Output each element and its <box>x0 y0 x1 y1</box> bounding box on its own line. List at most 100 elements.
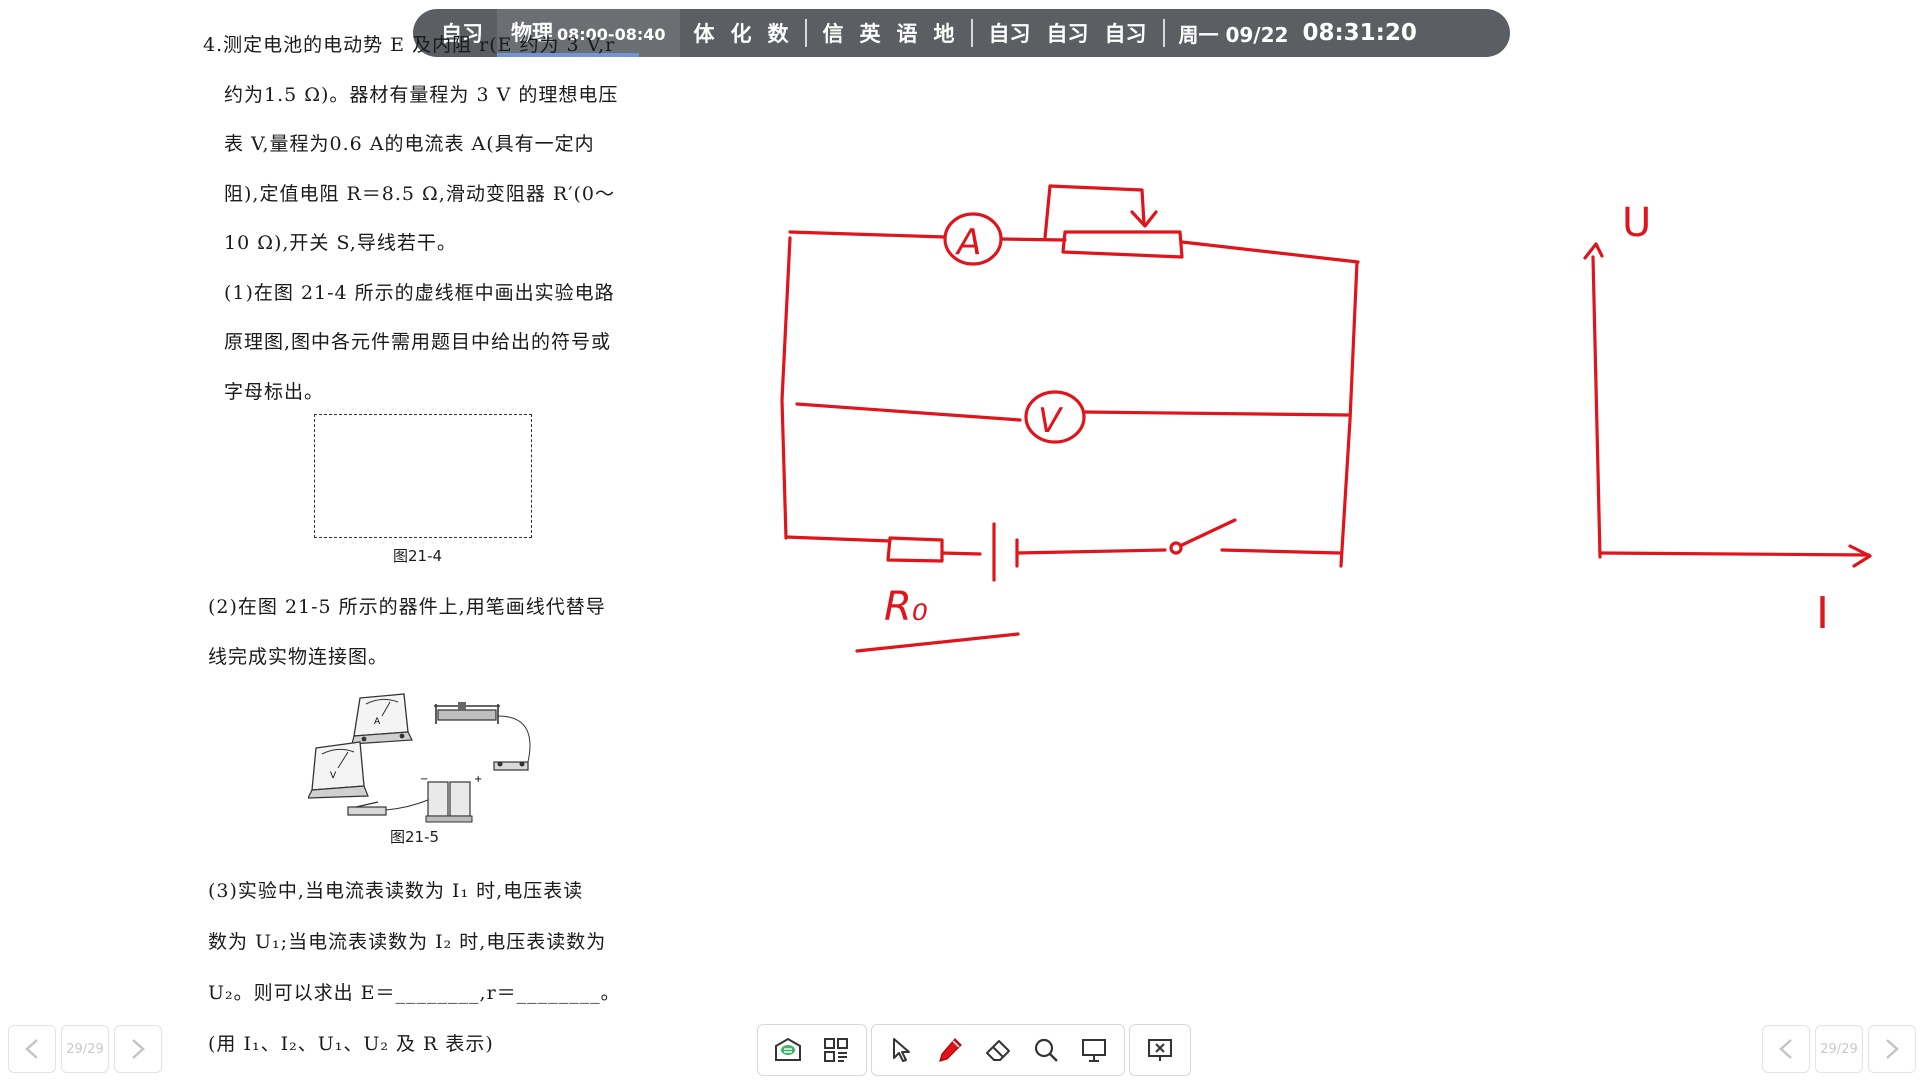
problem-line: (3)实验中,当电流表读数为 I₁ 时,电压表读 <box>208 880 584 902</box>
problem-line: (1)在图 21-4 所示的虚线框中画出实验电路 <box>224 282 615 304</box>
board-button[interactable] <box>764 1026 812 1074</box>
figure-caption: 图21-5 <box>390 828 440 846</box>
schedule-item[interactable]: 化 <box>731 18 752 48</box>
switch-blade <box>1180 518 1237 547</box>
schedule-item[interactable]: 信 <box>823 18 844 48</box>
chevron-left-icon <box>25 1039 38 1059</box>
y-axis-ink-label: U <box>1622 200 1651 246</box>
pen-icon <box>939 1038 962 1062</box>
toolbar-group-apps <box>757 1024 867 1076</box>
schedule-item[interactable]: 自习 <box>989 18 1031 48</box>
search-button[interactable] <box>1022 1026 1070 1074</box>
switch-pivot <box>1169 541 1183 555</box>
board-icon <box>775 1037 801 1061</box>
problem-line: 10 Ω),开关 S,导线若干。 <box>224 232 457 254</box>
problem-line: 数为 U₁;当电流表读数为 I₂ 时,电压表读数为 <box>208 931 607 953</box>
pen-button[interactable] <box>926 1026 974 1074</box>
rheostat-box <box>1061 230 1184 259</box>
problem-line: 表 V,量程为0.6 A的电流表 A(具有一定内 <box>224 133 595 155</box>
page-indicator: 29/29 <box>61 1025 109 1073</box>
ink-stroke <box>1082 410 1350 417</box>
schedule-clock: 08:31:20 <box>1302 20 1417 46</box>
problem-line: 字母标出。 <box>224 381 325 403</box>
ink-stroke <box>1180 240 1360 264</box>
close-board-button[interactable] <box>1136 1026 1184 1074</box>
dashed-answer-box <box>314 414 532 538</box>
schedule-item[interactable]: 体 <box>694 18 715 48</box>
eraser-icon <box>986 1040 1010 1061</box>
select-icon <box>893 1038 910 1062</box>
rheostat-slider <box>1043 184 1146 240</box>
figure-caption: 图21-4 <box>393 547 443 565</box>
ink-stroke <box>784 535 892 543</box>
schedule-item[interactable]: 自习 <box>1105 18 1147 48</box>
page-indicator-text: 29/29 <box>1820 1041 1858 1057</box>
ink-stroke <box>940 551 982 556</box>
ink-stroke <box>1015 548 1167 555</box>
ink-underline <box>855 632 1020 653</box>
apps-button[interactable] <box>812 1026 860 1074</box>
ammeter-label: A <box>374 717 381 727</box>
resistor-ink-label: R₀ <box>884 584 928 630</box>
switch-icon <box>347 801 387 816</box>
ammeter-ink-label: A <box>955 222 982 263</box>
screen-button[interactable] <box>1070 1026 1118 1074</box>
y-axis-arrow <box>1583 242 1604 260</box>
prev-page-button-right[interactable] <box>1762 1025 1810 1073</box>
chevron-right-icon <box>132 1039 145 1059</box>
schedule-divider <box>804 19 807 47</box>
circuit-sketch: A V R₀ <box>780 184 1360 653</box>
next-page-button-right[interactable] <box>1868 1025 1916 1073</box>
schedule-date: 周一 09/22 <box>1178 22 1289 47</box>
rheostat-icon <box>434 702 500 724</box>
ammeter-icon: A <box>351 693 413 745</box>
page-indicator-text: 29/29 <box>66 1041 104 1057</box>
problem-line: 原理图,图中各元件需用题目中给出的符号或 <box>224 331 612 353</box>
prev-page-button[interactable] <box>8 1025 56 1073</box>
ammeter-circle <box>943 212 1003 266</box>
schedule-item[interactable]: 数 <box>768 18 789 48</box>
toolbar-group-tools <box>871 1024 1125 1076</box>
rheostat-arrow <box>1130 210 1158 228</box>
close-board-icon <box>1148 1039 1172 1061</box>
screen-icon <box>1082 1039 1106 1062</box>
chevron-right-icon <box>1886 1039 1899 1059</box>
ink-stroke <box>1220 548 1342 555</box>
x-axis-ink-label: I <box>1816 588 1829 639</box>
battery-plus-label: + <box>474 774 482 785</box>
x-axis-line <box>1598 551 1871 557</box>
problem-line: U₂。则可以求出 E＝________,r＝________。 <box>208 982 621 1004</box>
ink-stroke <box>1339 260 1359 568</box>
equipment-illustration: A V − + <box>308 693 531 823</box>
axes-sketch: U I <box>1583 200 1872 639</box>
battery-minus-label: − <box>420 774 428 785</box>
grid-icon <box>824 1038 848 1062</box>
toolbar-group-exit <box>1129 1024 1191 1076</box>
problem-line: (2)在图 21-5 所示的器件上,用笔画线代替导 <box>208 596 606 618</box>
schedule-item[interactable]: 自习 <box>1047 18 1089 48</box>
schedule-divider <box>970 19 973 47</box>
page-indicator-right: 29/29 <box>1815 1025 1863 1073</box>
resistor-box <box>886 536 944 563</box>
problem-line: 阻),定值电阻 R＝8.5 Ω,滑动变阻器 R′(0～ <box>224 183 616 205</box>
problem-line: 线完成实物连接图。 <box>208 646 389 668</box>
search-icon <box>1034 1038 1058 1062</box>
whiteboard-toolbar <box>757 1024 1191 1076</box>
battery-icon: − + <box>420 774 482 823</box>
schedule-item[interactable]: 语 <box>897 18 918 48</box>
ink-stroke <box>788 230 947 239</box>
voltmeter-icon: V <box>308 741 369 799</box>
voltmeter-ink-label: V <box>1038 401 1064 441</box>
schedule-divider <box>1162 19 1165 47</box>
schedule-item[interactable]: 英 <box>860 18 881 48</box>
ink-stroke <box>795 402 1022 422</box>
problem-line: (用 I₁、I₂、U₁、U₂ 及 R 表示) <box>208 1033 494 1055</box>
next-page-button[interactable] <box>114 1025 162 1073</box>
schedule-item[interactable]: 地 <box>934 18 955 48</box>
ink-stroke <box>780 236 792 540</box>
eraser-button[interactable] <box>974 1026 1022 1074</box>
select-button[interactable] <box>878 1026 926 1074</box>
y-axis-line <box>1591 255 1602 559</box>
ink-drawing: A V R₀ U I <box>780 184 1872 653</box>
ink-stroke <box>999 237 1067 242</box>
